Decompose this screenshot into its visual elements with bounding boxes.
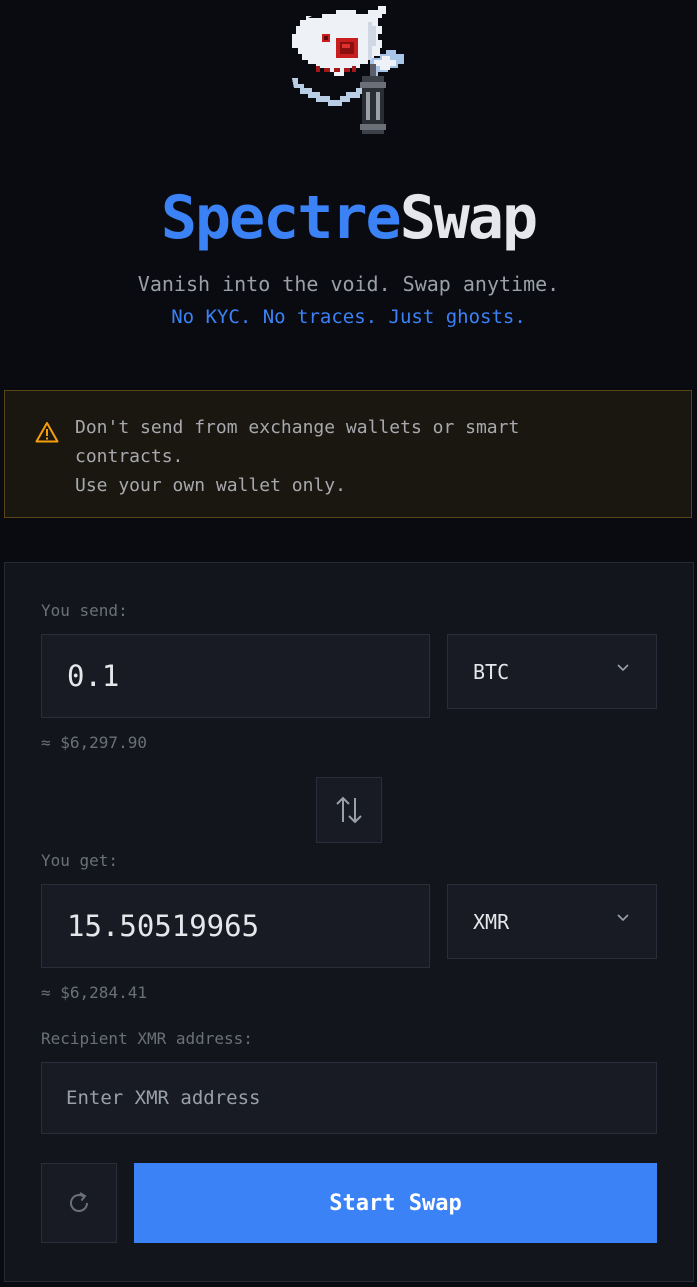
start-swap-button[interactable]: Start Swap bbox=[134, 1163, 657, 1243]
swap-arrows-icon bbox=[336, 796, 362, 824]
tagline: Vanish into the void. Swap anytime. bbox=[137, 272, 560, 296]
swap-panel: You send: 0.1 BTC ≈ $6,297.90 You get: 1… bbox=[4, 562, 694, 1282]
get-currency-select[interactable]: XMR bbox=[447, 884, 657, 959]
send-currency-select[interactable]: BTC bbox=[447, 634, 657, 709]
send-usd-value: ≈ $6,297.90 bbox=[41, 733, 147, 752]
send-currency-value: BTC bbox=[473, 659, 510, 684]
warning-triangle-icon bbox=[35, 422, 59, 443]
refresh-button[interactable] bbox=[41, 1163, 117, 1243]
warning-line-1: Don't send from exchange wallets or smar… bbox=[75, 417, 520, 438]
get-amount-output: 15.50519965 bbox=[41, 884, 430, 968]
send-amount-input[interactable]: 0.1 bbox=[41, 634, 430, 718]
recipient-address-input[interactable] bbox=[41, 1062, 657, 1134]
warning-line-2: contracts. bbox=[75, 446, 184, 467]
warning-banner: Don't send from exchange wallets or smar… bbox=[4, 390, 692, 518]
chevron-down-icon bbox=[617, 914, 629, 922]
chevron-down-icon bbox=[617, 664, 629, 672]
app-title-spectre: Spectre bbox=[160, 183, 402, 253]
warning-text: Don't send from exchange wallets or smar… bbox=[75, 413, 675, 500]
get-amount-value: 15.50519965 bbox=[67, 909, 260, 943]
refresh-icon bbox=[70, 1192, 88, 1212]
subtagline: No KYC. No traces. Just ghosts. bbox=[171, 306, 526, 328]
app-title: SpectreSwap bbox=[0, 182, 697, 254]
get-currency-value: XMR bbox=[473, 909, 510, 934]
app-title-swap: Swap bbox=[399, 183, 538, 253]
send-label: You send: bbox=[41, 601, 128, 620]
ghost-lantern-logo-icon bbox=[292, 6, 404, 134]
send-amount-value: 0.1 bbox=[67, 659, 120, 693]
get-usd-value: ≈ $6,284.41 bbox=[41, 983, 147, 1002]
warning-line-3: Use your own wallet only. bbox=[75, 475, 346, 496]
get-label: You get: bbox=[41, 851, 119, 870]
swap-direction-button[interactable] bbox=[316, 777, 382, 843]
recipient-label: Recipient XMR address: bbox=[41, 1029, 253, 1048]
